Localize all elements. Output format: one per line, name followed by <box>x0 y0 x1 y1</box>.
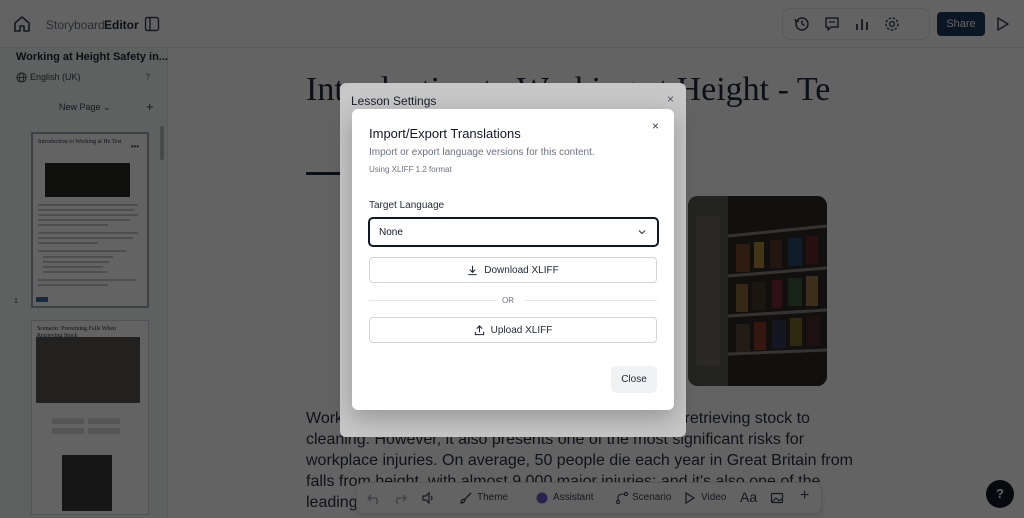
close-icon[interactable]: × <box>652 119 659 133</box>
download-icon <box>468 265 477 275</box>
modal-description: Import or export language versions for t… <box>369 147 595 158</box>
divider <box>524 300 657 301</box>
download-xliff-label: Download XLIFF <box>484 264 559 276</box>
upload-icon <box>474 324 484 335</box>
divider <box>369 300 497 301</box>
chevron-down-icon <box>638 230 646 235</box>
import-export-translations-modal: Import/Export Translations × Import or e… <box>352 109 674 410</box>
target-language-label: Target Language <box>369 200 445 211</box>
close-button[interactable]: Close <box>611 366 657 393</box>
target-language-value: None <box>379 227 403 238</box>
or-separator: OR <box>502 296 514 305</box>
upload-xliff-label: Upload XLIFF <box>490 324 553 336</box>
modal-title: Import/Export Translations <box>369 126 521 141</box>
upload-xliff-button[interactable]: Upload XLIFF <box>369 317 657 343</box>
target-language-select[interactable]: None <box>368 217 659 247</box>
format-note: Using XLIFF 1.2 format <box>369 165 452 174</box>
download-xliff-button[interactable]: Download XLIFF <box>369 257 657 283</box>
